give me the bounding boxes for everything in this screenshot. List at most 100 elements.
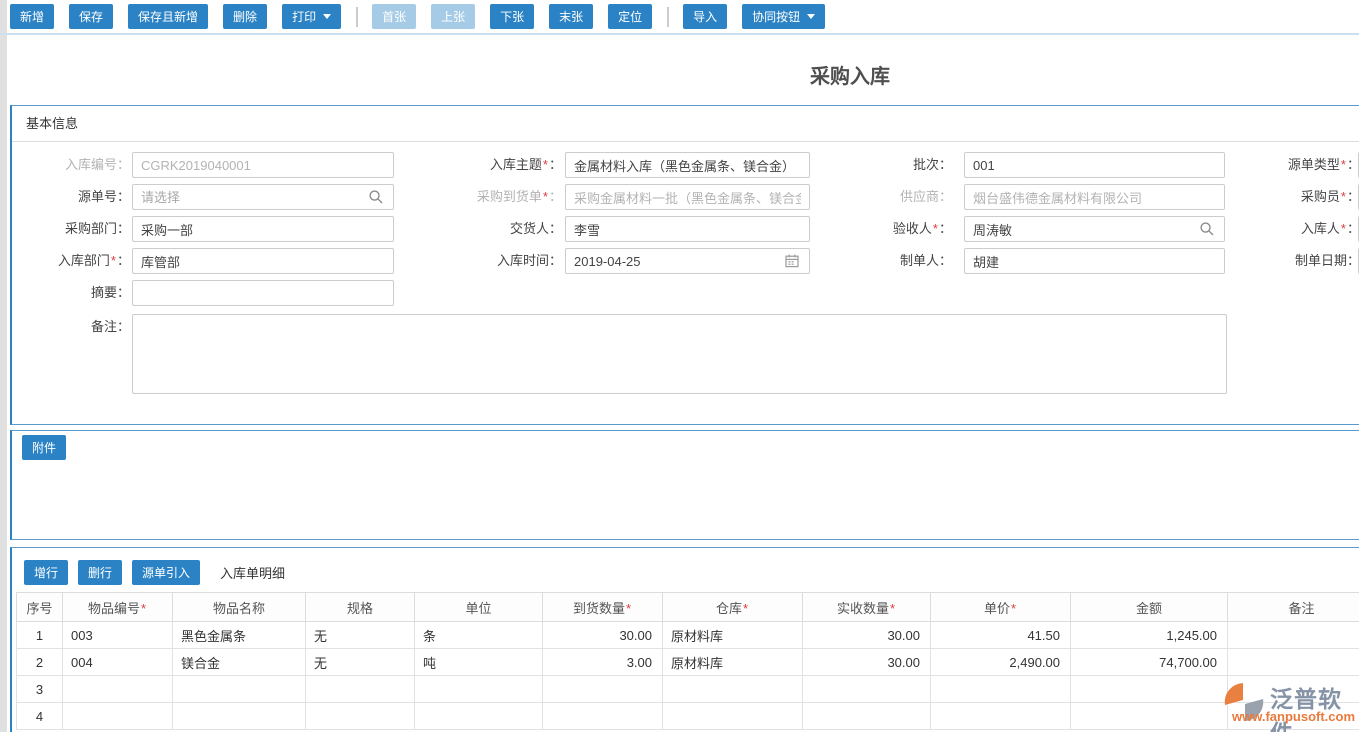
table-cell[interactable]: 无 [305,648,415,676]
purchase-dept-input[interactable] [132,216,394,242]
table-cell[interactable]: 30.00 [802,648,931,676]
column-header: 实收数量* [802,592,931,622]
table-cell[interactable] [930,675,1071,703]
table-row: 1 003 黑色金属条 无 条 30.00 原材料库 30.00 41.50 1… [16,621,1359,649]
table-cell[interactable]: 1,245.00 [1070,621,1228,649]
import-button[interactable]: 导入 [683,4,728,29]
table-cell[interactable] [662,702,803,730]
table-cell[interactable] [1227,621,1359,649]
summary-label: 摘要： [90,285,130,300]
table-cell[interactable] [1227,648,1359,676]
attachment-panel: 附件 [10,430,1359,540]
subject-label: 入库主题*： [489,157,562,172]
table-cell[interactable]: 黑色金属条 [172,621,306,649]
table-cell[interactable] [414,675,543,703]
new-button[interactable]: 新增 [10,4,55,29]
table-cell[interactable]: 条 [414,621,543,649]
table-cell[interactable] [930,702,1071,730]
table-cell[interactable] [1070,675,1228,703]
arrival-order-input [565,184,810,210]
toolbar-divider [0,33,1359,35]
inbound-no-input [132,152,394,178]
table-header-row: 序号 物品编号* 物品名称 规格 单位 到货数量* 仓库* 实收数量* 单价* … [16,592,1359,622]
source-no-input[interactable] [132,184,394,210]
table-cell[interactable]: 2,490.00 [930,648,1071,676]
table-cell[interactable]: 30.00 [542,621,663,649]
table-cell[interactable]: 吨 [414,648,543,676]
table-cell[interactable]: 1 [16,621,63,649]
source-import-button[interactable]: 源单引入 [132,560,201,585]
purchaser-label: 采购员*： [1300,189,1359,204]
table-cell[interactable] [172,675,306,703]
fanpu-watermark: 泛普软件 www.fanpusoft.com [1222,680,1359,732]
deliverer-label: 交货人： [509,221,562,236]
collab-label: 协同按钮 [752,10,801,24]
purchase-inbound-page: 新增 保存 保存且新增 删除 打印 首张 上张 下张 末张 定位 导入 协同按钮… [0,0,1359,732]
table-cell[interactable]: 4 [16,702,63,730]
table-cell[interactable]: 3.00 [542,648,663,676]
summary-input[interactable] [132,280,394,306]
stocker-label: 入库人*： [1300,221,1359,236]
table-cell[interactable] [172,702,306,730]
table-cell[interactable] [662,675,803,703]
inbound-time-input[interactable] [565,248,810,274]
table-cell[interactable]: 原材料库 [662,648,803,676]
add-row-button[interactable]: 增行 [24,560,69,585]
remark-textarea[interactable] [132,314,1227,394]
column-header: 单位 [414,592,543,622]
watermark-brand: 泛普软件 [1270,686,1342,732]
table-cell[interactable]: 003 [62,621,173,649]
table-cell[interactable] [802,702,931,730]
delete-button[interactable]: 删除 [223,4,268,29]
table-cell[interactable]: 无 [305,621,415,649]
arrival-order-label: 采购到货单*： [476,189,562,204]
table-cell[interactable] [305,675,415,703]
table-cell[interactable] [62,675,173,703]
next-record-button[interactable]: 下张 [490,4,535,29]
batch-input[interactable] [964,152,1225,178]
table-cell[interactable] [414,702,543,730]
table-cell[interactable]: 30.00 [802,621,931,649]
save-and-new-button[interactable]: 保存且新增 [128,4,209,29]
inbound-dept-label: 入库部门*： [57,253,130,268]
column-header: 规格 [305,592,415,622]
table-cell[interactable]: 原材料库 [662,621,803,649]
collab-button[interactable]: 协同按钮 [742,4,826,29]
basic-info-section-title: 基本信息 [12,106,1359,142]
table-cell[interactable] [62,702,173,730]
inspector-input[interactable] [964,216,1225,242]
subject-input[interactable] [565,152,810,178]
table-cell[interactable]: 3 [16,675,63,703]
table-cell[interactable] [542,675,663,703]
table-row: 4 [16,702,1359,730]
table-cell[interactable]: 镁合金 [172,648,306,676]
print-button[interactable]: 打印 [282,4,342,29]
calendar-icon[interactable] [784,253,800,269]
attachment-button[interactable]: 附件 [22,435,67,460]
locate-button[interactable]: 定位 [608,4,653,29]
table-cell[interactable] [305,702,415,730]
column-header: 物品名称 [172,592,306,622]
table-row: 2 004 镁合金 无 吨 3.00 原材料库 30.00 2,490.00 7… [16,648,1359,676]
table-row: 3 [16,675,1359,703]
inbound-dept-input[interactable] [132,248,394,274]
toolbar-separator [356,6,359,27]
table-cell[interactable] [802,675,931,703]
last-record-button[interactable]: 末张 [549,4,594,29]
table-cell[interactable]: 74,700.00 [1070,648,1228,676]
deliverer-input[interactable] [565,216,810,242]
delete-row-button[interactable]: 删行 [78,560,123,585]
doc-maker-input[interactable] [964,248,1225,274]
page-title: 采购入库 [810,66,890,88]
column-header: 仓库* [662,592,803,622]
column-header: 序号 [16,592,63,622]
table-cell[interactable]: 41.50 [930,621,1071,649]
search-icon[interactable] [368,189,384,205]
table-cell[interactable] [1070,702,1228,730]
table-cell[interactable] [542,702,663,730]
watermark-url: www.fanpusoft.com [1232,709,1356,724]
save-button[interactable]: 保存 [69,4,114,29]
table-cell[interactable]: 2 [16,648,63,676]
table-cell[interactable]: 004 [62,648,173,676]
prev-record-button: 上张 [431,4,476,29]
